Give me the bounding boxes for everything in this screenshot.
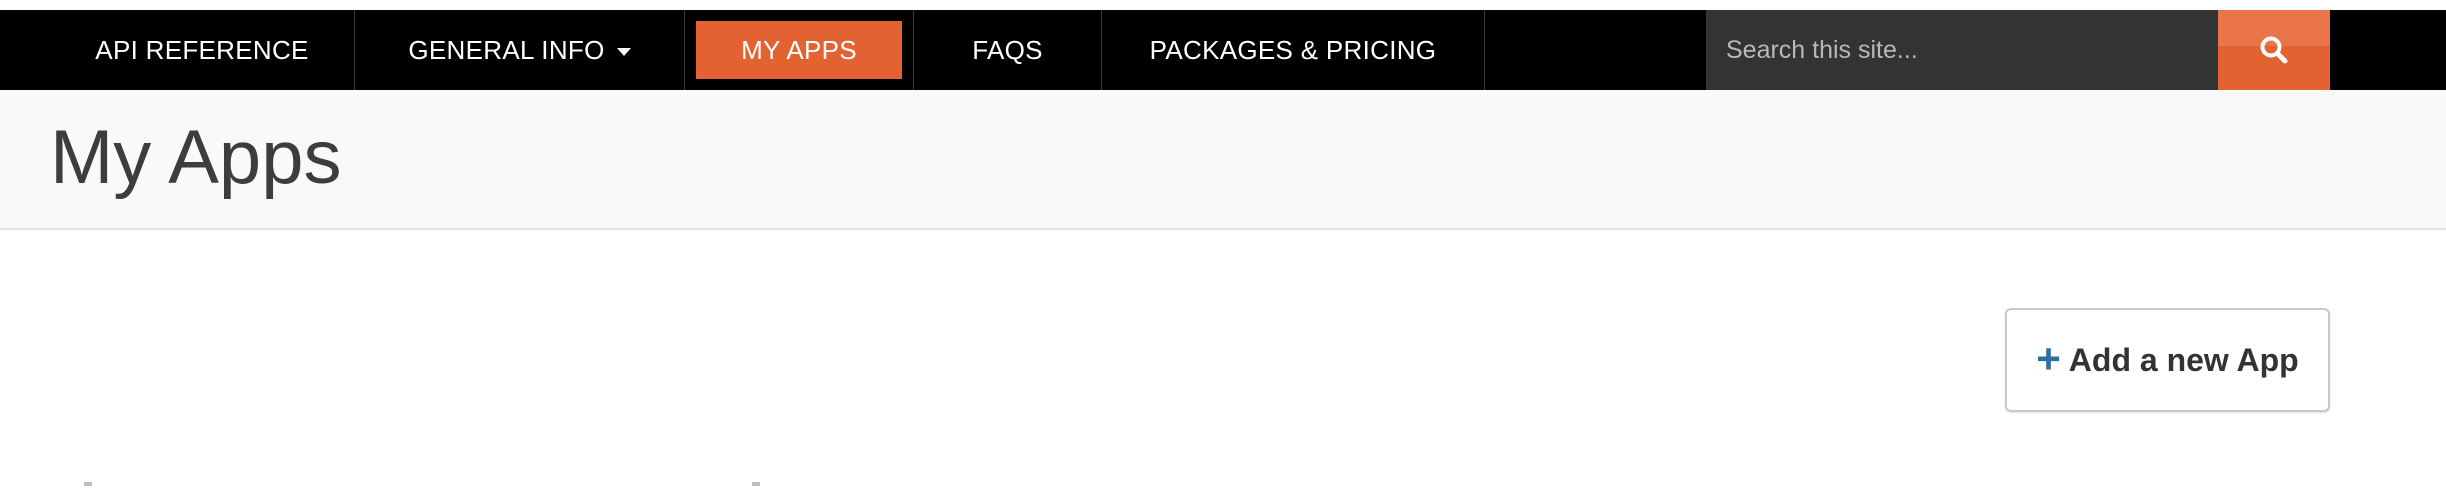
nav-item-label: MY APPS <box>741 34 857 65</box>
nav-item-my-apps[interactable]: MY APPS <box>685 10 913 90</box>
nav-item-label: GENERAL INFO <box>408 34 605 65</box>
plus-icon: + <box>2036 335 2061 382</box>
nav-item-label: API REFERENCE <box>95 34 309 65</box>
search-icon <box>2260 36 2288 64</box>
nav-item-label: PACKAGES & PRICING <box>1149 34 1437 65</box>
nav-item-faqs[interactable]: FAQS <box>914 10 1101 90</box>
nav-divider <box>1484 10 1485 90</box>
cropped-content-fragment <box>84 482 92 486</box>
nav-item-general-info[interactable]: GENERAL INFO <box>355 10 684 90</box>
active-nav-highlight: MY APPS <box>696 21 902 79</box>
top-strip <box>0 0 2446 10</box>
add-new-app-button[interactable]: + Add a new App <box>2005 308 2330 412</box>
page-title: My Apps <box>50 115 342 200</box>
caret-down-icon <box>616 48 631 56</box>
nav-item-packages-pricing[interactable]: PACKAGES & PRICING <box>1102 10 1484 90</box>
page-header: My Apps <box>0 90 2446 230</box>
cropped-content-fragment <box>752 482 760 486</box>
search-input[interactable] <box>1706 10 2218 90</box>
nav-item-label: FAQS <box>972 34 1043 65</box>
nav-item-api-reference[interactable]: API REFERENCE <box>50 10 354 90</box>
add-new-app-label: Add a new App <box>2068 341 2299 378</box>
search-button[interactable] <box>2218 10 2330 90</box>
